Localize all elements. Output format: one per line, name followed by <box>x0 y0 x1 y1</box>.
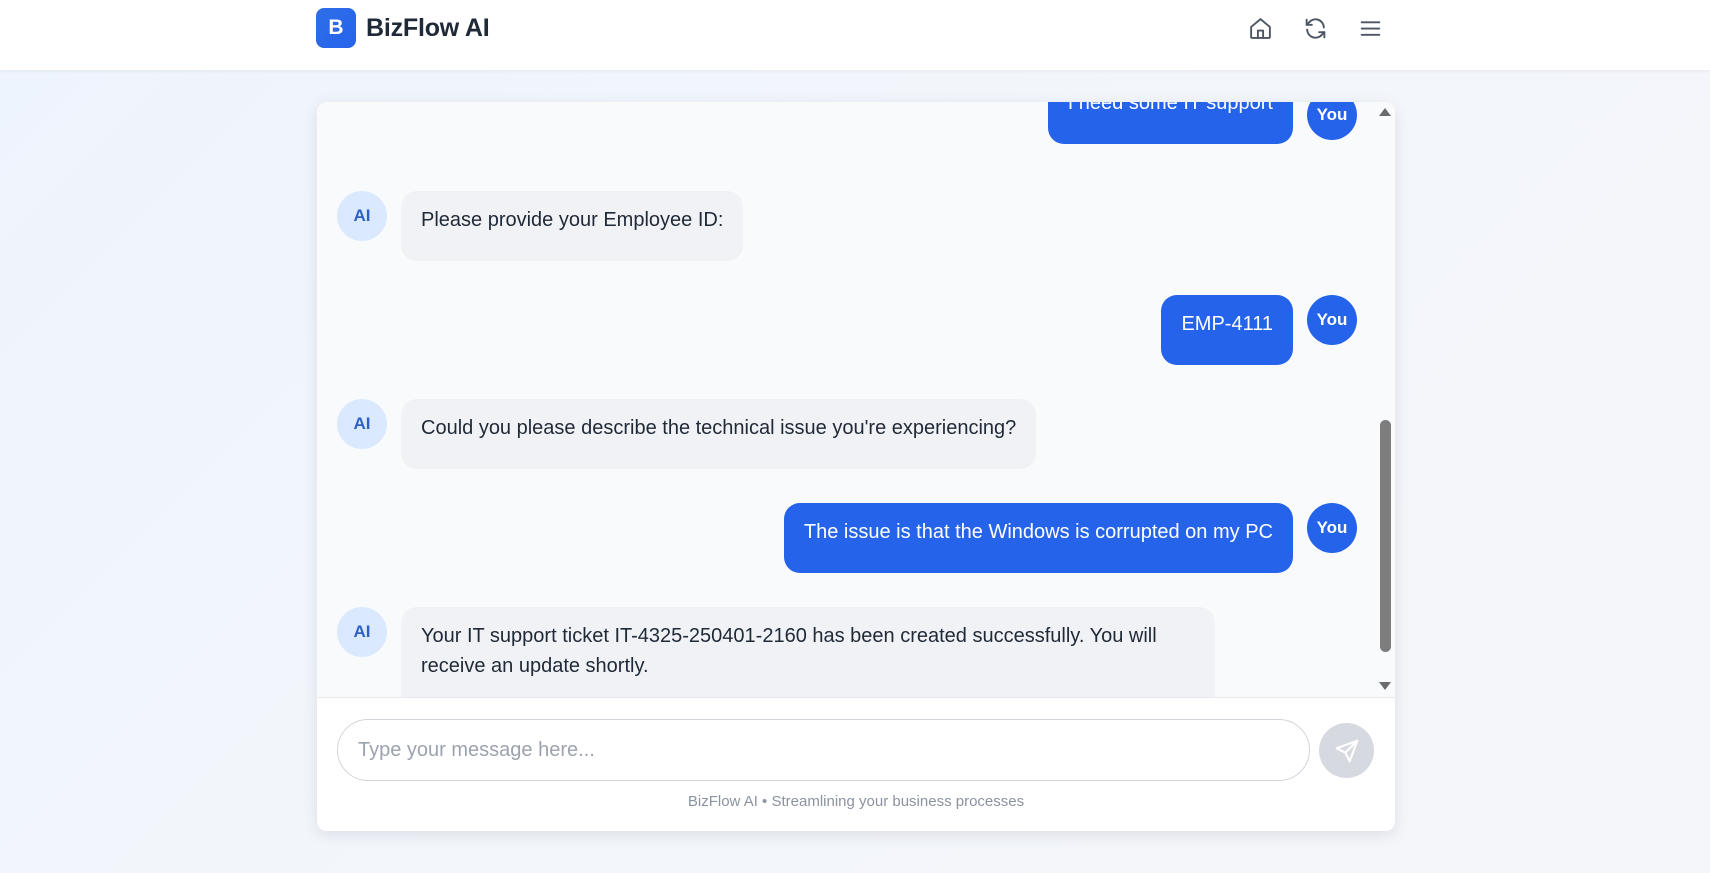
send-icon <box>1335 739 1358 762</box>
brand[interactable]: B BizFlow AI <box>316 8 490 48</box>
message-list[interactable]: I need some IT support You AI Please pro… <box>317 102 1395 697</box>
top-navbar: B BizFlow AI <box>0 0 1710 70</box>
user-avatar: You <box>1307 295 1357 345</box>
send-button[interactable] <box>1319 723 1374 778</box>
scroll-up-arrow[interactable] <box>1377 106 1393 118</box>
menu-button[interactable] <box>1353 12 1388 44</box>
menu-icon <box>1360 20 1381 36</box>
chat-window: I need some IT support You AI Please pro… <box>317 102 1395 831</box>
user-message-bubble: The issue is that the Windows is corrupt… <box>783 503 1293 573</box>
footer-tagline: BizFlow AI • Streamlining your business … <box>687 793 1025 810</box>
user-message-bubble: I need some IT support <box>1047 102 1293 144</box>
user-message: EMP-4111 You <box>1161 295 1357 365</box>
home-button[interactable] <box>1243 12 1278 44</box>
ai-message-bubble: Could you please describe the technical … <box>401 399 1037 469</box>
message-input[interactable] <box>337 719 1310 781</box>
ai-message: AI Could you please describe the technic… <box>337 399 1037 469</box>
ai-avatar: AI <box>337 607 387 657</box>
ai-avatar: AI <box>337 399 387 449</box>
user-message: The issue is that the Windows is corrupt… <box>783 503 1357 573</box>
home-icon <box>1250 17 1271 39</box>
user-message-bubble: EMP-4111 <box>1161 295 1293 365</box>
refresh-icon <box>1305 17 1326 39</box>
message-composer: BizFlow AI • Streamlining your business … <box>317 697 1395 831</box>
ai-message-bubble: Please provide your Employee ID: <box>401 191 744 261</box>
app-name: BizFlow AI <box>366 13 490 42</box>
user-message: I need some IT support You <box>1047 102 1357 144</box>
user-avatar: You <box>1307 102 1357 140</box>
scrollbar-thumb[interactable] <box>1380 420 1391 652</box>
scroll-down-arrow[interactable] <box>1377 680 1393 692</box>
user-avatar: You <box>1307 503 1357 553</box>
ai-avatar: AI <box>337 191 387 241</box>
ai-message: AI Please provide your Employee ID: <box>337 191 744 261</box>
ai-message-bubble: Your IT support ticket IT-4325-250401-21… <box>401 607 1215 697</box>
nav-actions <box>1243 12 1388 44</box>
brand-logo: B <box>316 8 356 48</box>
ai-message: AI Your IT support ticket IT-4325-250401… <box>337 607 1215 697</box>
refresh-button[interactable] <box>1298 12 1333 44</box>
